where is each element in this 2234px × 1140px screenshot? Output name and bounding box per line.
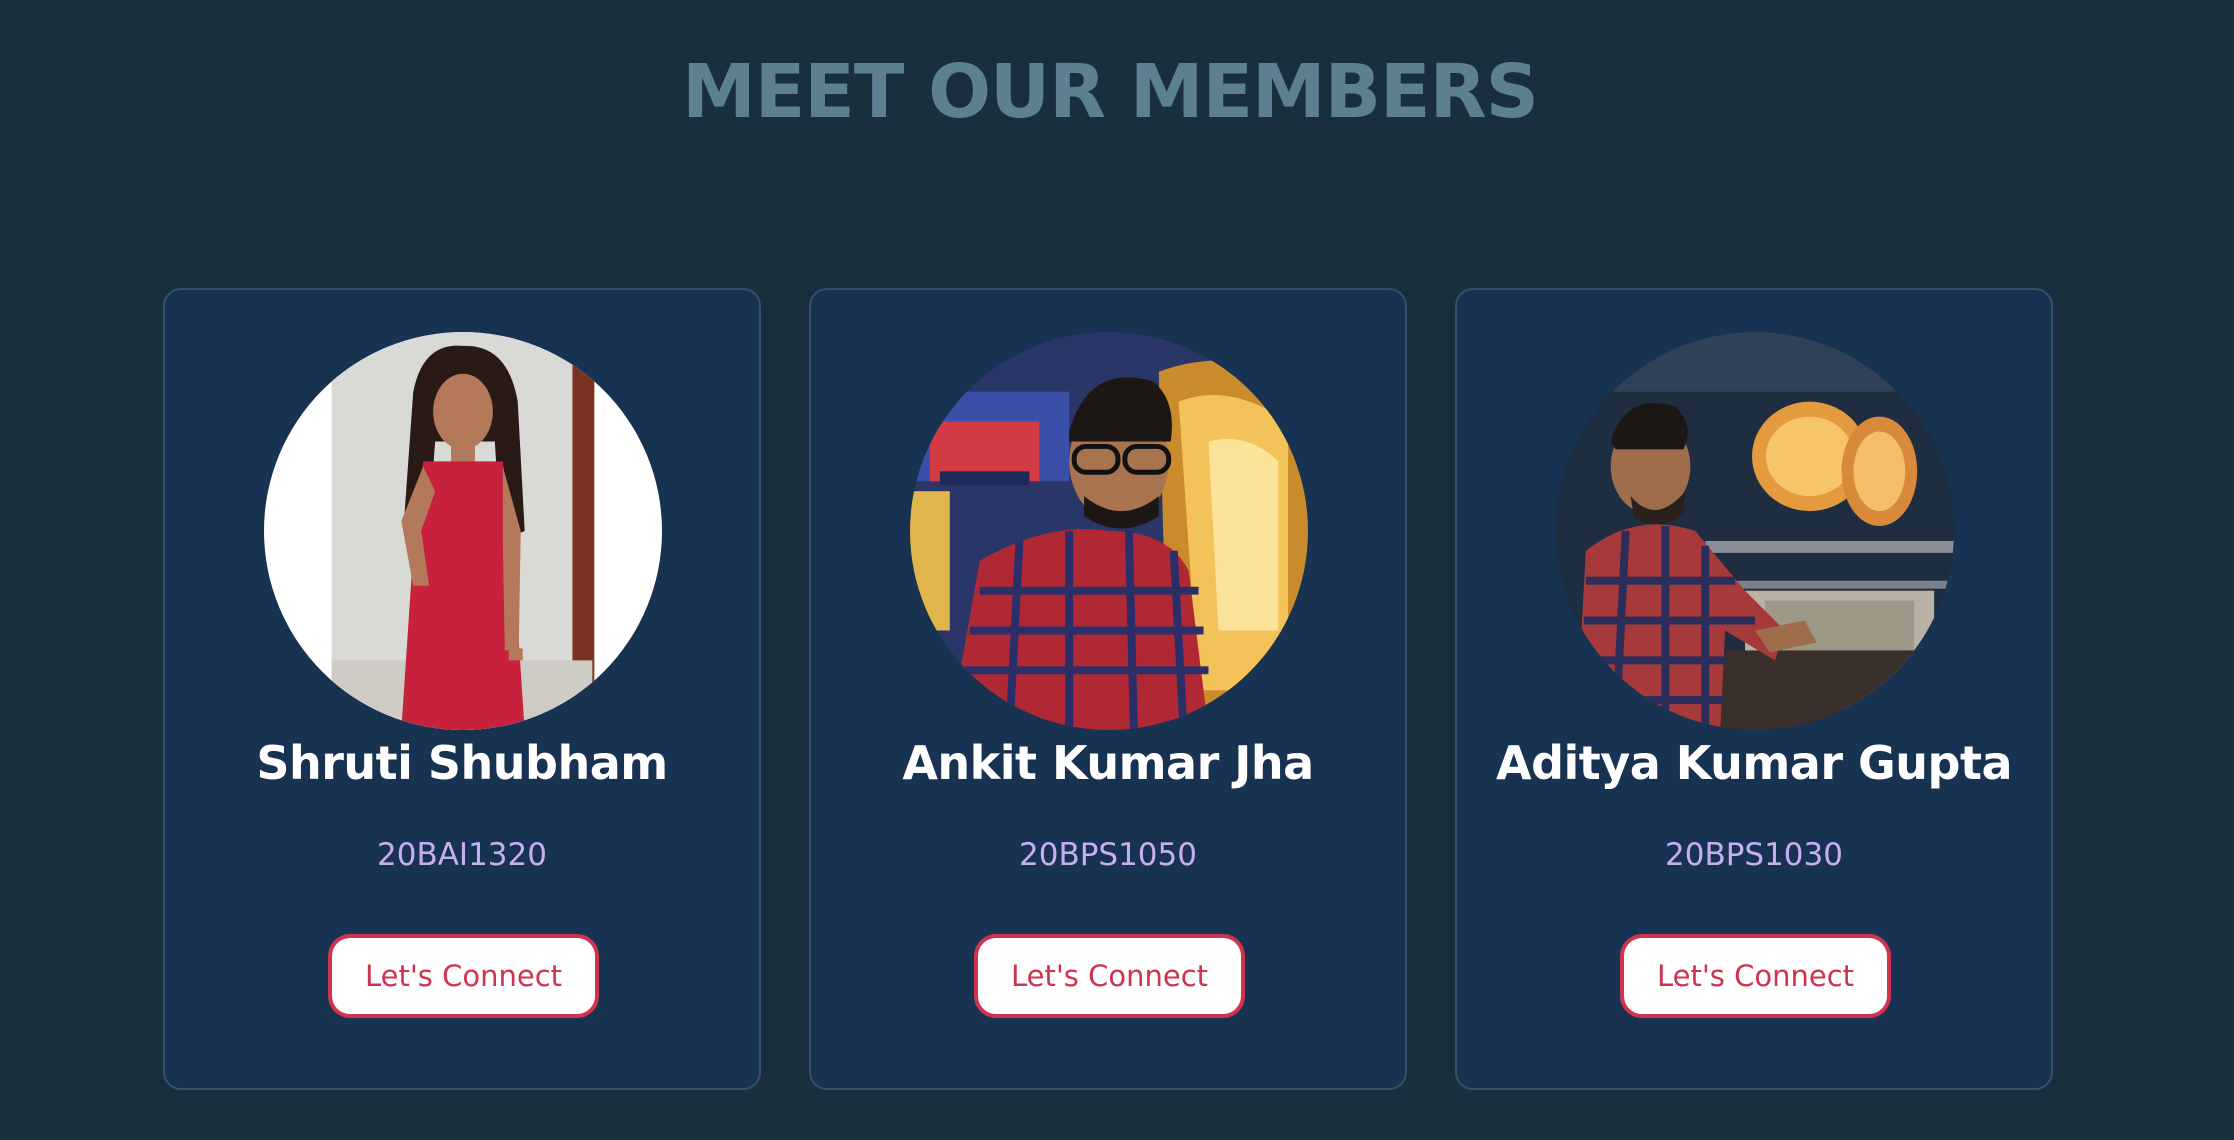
- member-name: Aditya Kumar Gupta: [1495, 736, 2013, 790]
- member-id: 20BPS1050: [1019, 837, 1197, 873]
- member-cards: Shruti Shubham 20BAI1320 Let's Connect A…: [163, 288, 2053, 1090]
- member-photo-icon: [1556, 332, 1954, 730]
- member-id: 20BAI1320: [377, 837, 547, 873]
- member-avatar: [1556, 332, 1954, 730]
- member-card: Ankit Kumar Jha 20BPS1050 Let's Connect: [809, 288, 1407, 1090]
- member-id: 20BPS1030: [1665, 837, 1843, 873]
- page-title: MEET OUR MEMBERS: [682, 49, 1539, 135]
- member-avatar: [910, 332, 1308, 730]
- lets-connect-button[interactable]: Let's Connect: [1620, 934, 1891, 1018]
- lets-connect-button[interactable]: Let's Connect: [974, 934, 1245, 1018]
- lets-connect-button[interactable]: Let's Connect: [328, 934, 599, 1018]
- member-card: Aditya Kumar Gupta 20BPS1030 Let's Conne…: [1455, 288, 2053, 1090]
- member-photo-icon: [264, 332, 662, 730]
- member-card: Shruti Shubham 20BAI1320 Let's Connect: [163, 288, 761, 1090]
- member-photo-icon: [910, 332, 1308, 730]
- member-name: Shruti Shubham: [256, 736, 668, 790]
- member-avatar: [264, 332, 662, 730]
- member-name: Ankit Kumar Jha: [902, 736, 1314, 790]
